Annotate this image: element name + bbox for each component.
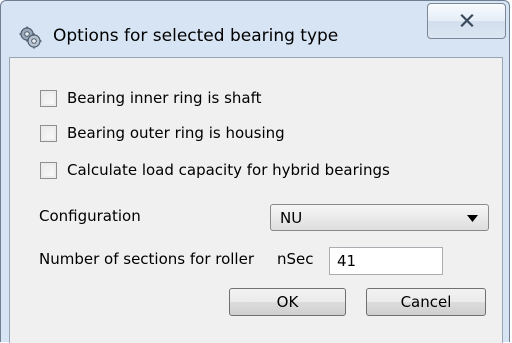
hybrid-bearings-option[interactable]: Calculate load capacity for hybrid beari… (40, 159, 390, 181)
close-x-icon (460, 14, 474, 27)
outer-ring-housing-label: Bearing outer ring is housing (67, 124, 285, 142)
hybrid-bearings-checkbox[interactable] (40, 161, 57, 179)
sections-value: 41 (337, 252, 357, 270)
title-bar[interactable]: Options for selected bearing type (1, 1, 509, 57)
dropdown-arrow-icon (467, 215, 478, 222)
options-dialog: Options for selected bearing type Bearin… (0, 0, 510, 343)
ok-button[interactable]: OK (229, 288, 346, 316)
dialog-body: Bearing inner ring is shaft Bearing oute… (9, 57, 503, 343)
outer-ring-housing-checkbox[interactable] (40, 124, 57, 142)
configuration-select[interactable]: NU (270, 204, 489, 231)
sections-input[interactable]: 41 (329, 247, 443, 275)
configuration-label: Configuration (39, 207, 141, 225)
configuration-value: NU (280, 209, 303, 227)
outer-ring-housing-option[interactable]: Bearing outer ring is housing (40, 122, 285, 144)
inner-ring-shaft-checkbox[interactable] (40, 89, 57, 107)
hybrid-bearings-label: Calculate load capacity for hybrid beari… (67, 161, 390, 179)
dialog-title: Options for selected bearing type (53, 26, 339, 46)
sections-label: Number of sections for roller (39, 250, 254, 268)
close-button[interactable] (427, 3, 506, 39)
inner-ring-shaft-label: Bearing inner ring is shaft (67, 89, 262, 107)
gears-icon (18, 25, 42, 49)
inner-ring-shaft-option[interactable]: Bearing inner ring is shaft (40, 87, 261, 109)
sections-symbol: nSec (277, 250, 314, 268)
cancel-button[interactable]: Cancel (366, 288, 486, 316)
